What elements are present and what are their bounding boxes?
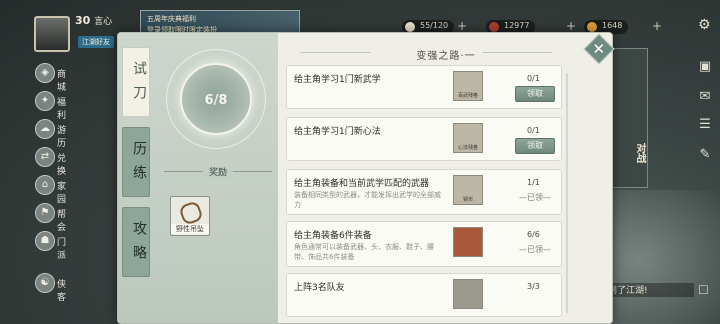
claimed-label: —已领— <box>519 193 551 202</box>
shop-icon: ◈ <box>35 63 55 83</box>
scroll-icon: 心法残卷 <box>453 123 483 153</box>
reward-label: 奖励 <box>178 165 258 178</box>
panel-title: 变强之路·一 <box>416 51 476 62</box>
add-stamina-button[interactable]: + <box>457 19 467 33</box>
reward-item[interactable]: 野性吊坠 <box>170 196 210 236</box>
pendant-icon <box>178 200 204 226</box>
guild-icon: ⚑ <box>35 203 55 223</box>
stamina-icon <box>405 22 415 32</box>
gear-icon[interactable]: ⚙ <box>698 17 711 33</box>
reward-item-name: 野性吊坠 <box>171 224 209 234</box>
task-name: 给主角装备6件装备 <box>294 231 372 241</box>
home-icon: ⌂ <box>35 175 55 195</box>
player-badge[interactable]: 江湖好友 <box>78 36 114 48</box>
list-icon[interactable]: ☰ <box>696 116 714 134</box>
reward-label-text: 奖励 <box>202 168 233 178</box>
gold-icon <box>587 22 597 32</box>
side-item-label: 侠客 <box>57 280 67 303</box>
gift-box-icon[interactable]: ✉ <box>696 88 714 106</box>
task-list-scrollbar[interactable] <box>566 73 568 313</box>
task-item: 给主角装备6件装备 角色通常可以装备武器、头、衣服、鞋子、腰带、饰品共6件装备 … <box>286 221 562 267</box>
equipment-icon <box>453 227 483 257</box>
side-item-exchange[interactable]: ⇄ 兑换 <box>33 146 73 177</box>
claimed-label: —已领— <box>519 245 551 254</box>
gold-value: 1648 <box>602 21 623 30</box>
task-count: 0/1 <box>527 74 540 83</box>
task-item: 给主角装备和当前武学匹配的武器 装备相同类型的武器，才能发挥出武学的全部威力 铜… <box>286 169 562 215</box>
coin-pouch-icon: 铜币 <box>453 175 483 205</box>
task-reward-caption: 心法残卷 <box>457 145 478 151</box>
task-name: 给主角学习1门新心法 <box>294 127 381 137</box>
tab-guide[interactable]: 攻略 <box>122 207 150 277</box>
player-level: 30 <box>75 14 91 27</box>
task-item: 上阵3名队友 3/3 <box>286 273 562 317</box>
gift-icon: ✦ <box>35 91 55 111</box>
task-description: 装备相同类型的武器，才能发挥出武学的全部威力 <box>294 191 441 209</box>
growth-dialog: 试刀 历练 攻略 6/8 奖励 野性吊坠 变强之路·一 给主角学习1门新武学 百… <box>117 32 613 324</box>
tab-trial[interactable]: 试刀 <box>122 47 150 117</box>
tab-experience[interactable]: 历练 <box>122 127 150 197</box>
coin-value: 12977 <box>504 21 530 30</box>
task-reward-caption: 铜币 <box>462 197 473 203</box>
task-name: 给主角学习1门新武学 <box>294 75 381 85</box>
battle-card[interactable]: 对战 <box>612 48 648 188</box>
task-count: 6/6 <box>527 230 540 239</box>
title-divider-right <box>482 52 552 53</box>
side-item-welfare[interactable]: ✦ 福利 <box>33 90 73 121</box>
bag-icon[interactable]: ▣ <box>696 58 714 76</box>
claim-button[interactable]: 领取 <box>515 86 555 102</box>
side-item-travel[interactable]: ☁ 游历 <box>33 118 73 149</box>
side-item-guild[interactable]: ⚑ 帮会 <box>33 202 73 233</box>
task-name: 上阵3名队友 <box>294 283 345 293</box>
dialog-right-column: 变强之路·一 给主角学习1门新武学 百武残卷 0/1 领取 给主角学习1门新心法… <box>278 33 612 323</box>
side-item-hero[interactable]: ☯ 侠客 <box>33 272 73 303</box>
dialog-left-column: 试刀 历练 攻略 6/8 奖励 野性吊坠 <box>118 33 278 323</box>
side-item-shop[interactable]: ◈ 商城 <box>33 62 73 93</box>
team-icon <box>453 279 483 309</box>
task-count: 3/3 <box>527 282 540 291</box>
edit-icon[interactable]: ✎ <box>696 146 714 164</box>
event-banner-line1: 五周年庆典福利 <box>147 15 196 23</box>
stamina-value: 55/120 <box>420 21 449 30</box>
task-count: 1/1 <box>527 178 540 187</box>
player-avatar[interactable] <box>34 16 70 52</box>
travel-icon: ☁ <box>35 119 55 139</box>
player-name: 言心 <box>94 17 113 27</box>
exchange-icon: ⇄ <box>35 147 55 167</box>
side-item-label: 门派 <box>57 238 67 261</box>
claimed-text: 已领 <box>527 193 543 202</box>
task-item: 给主角学习1门新武学 百武残卷 0/1 领取 <box>286 65 562 109</box>
claim-button[interactable]: 领取 <box>515 138 555 154</box>
chat-icon[interactable]: ☐ <box>698 283 709 297</box>
add-coins-button[interactable]: + <box>566 19 576 33</box>
coin-icon <box>489 22 499 32</box>
progress-text: 6/8 <box>204 93 228 108</box>
task-name: 给主角装备和当前武学匹配的武器 <box>294 179 430 189</box>
task-item: 给主角学习1门新心法 心法残卷 0/1 领取 <box>286 117 562 161</box>
scroll-icon: 百武残卷 <box>453 71 483 101</box>
task-count: 0/1 <box>527 126 540 135</box>
close-icon: ✕ <box>592 39 605 58</box>
hero-icon: ☯ <box>35 273 55 293</box>
side-item-home[interactable]: ⌂ 家园 <box>33 174 73 205</box>
sect-icon: ☗ <box>35 231 55 251</box>
player-level-name: 30 言心 <box>75 14 112 27</box>
task-reward-caption: 百武残卷 <box>457 93 478 99</box>
side-item-sect[interactable]: ☗ 门派 <box>33 230 73 261</box>
add-gold-button[interactable]: + <box>652 19 662 33</box>
claimed-text: 已领 <box>527 245 543 254</box>
task-description: 角色通常可以装备武器、头、衣服、鞋子、腰带、饰品共6件装备 <box>294 243 434 261</box>
